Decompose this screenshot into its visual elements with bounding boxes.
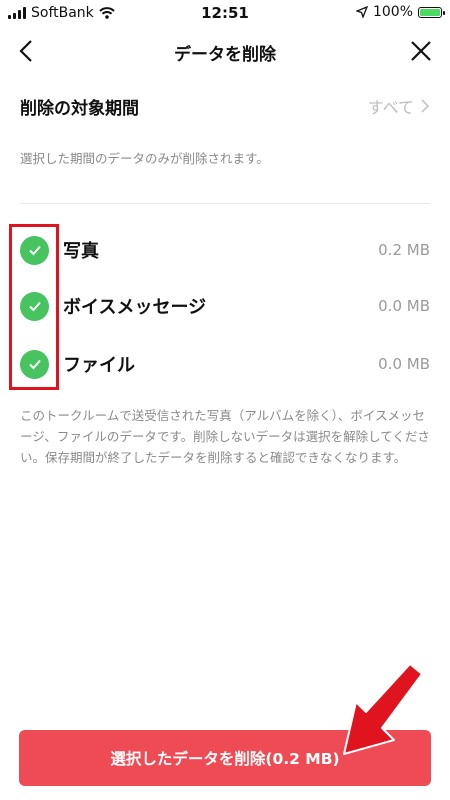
item-size: 0.2 MB <box>378 241 430 259</box>
annotation-arrow-icon <box>343 663 423 755</box>
close-button[interactable] <box>406 36 436 66</box>
status-bar: SoftBank 12:51 100% <box>0 0 450 26</box>
item-label: ボイスメッセージ <box>63 297 207 318</box>
status-right: 100% <box>355 4 445 20</box>
data-note: このトークルームで送受信された写真（アルバムを除く）、ボイスメッセージ、ファイル… <box>20 408 430 465</box>
item-label: 写真 <box>63 241 99 262</box>
item-size: 0.0 MB <box>378 297 430 315</box>
location-arrow-icon <box>355 6 368 18</box>
nav-bar: データを削除 <box>0 26 450 76</box>
chevron-right-icon <box>421 99 430 113</box>
item-size: 0.0 MB <box>378 355 430 373</box>
list-item-files[interactable]: ファイル 0.0 MB <box>20 344 430 384</box>
list-item-photos[interactable]: 写真 0.2 MB <box>20 230 430 270</box>
divider <box>20 203 430 204</box>
battery-percent: 100% <box>372 4 413 20</box>
battery-icon <box>418 6 445 18</box>
page-title: データを削除 <box>174 45 276 65</box>
annotation-highlight-box <box>9 224 59 390</box>
period-label: 削除の対象期間 <box>20 98 139 119</box>
item-label: ファイル <box>63 355 135 376</box>
close-icon <box>411 41 431 61</box>
period-selector[interactable]: 削除の対象期間 すべて <box>20 84 430 128</box>
period-value: すべて <box>367 98 414 117</box>
period-note: 選択した期間のデータのみが削除されます。 <box>20 151 269 166</box>
list-item-voice-messages[interactable]: ボイスメッセージ 0.0 MB <box>20 286 430 326</box>
